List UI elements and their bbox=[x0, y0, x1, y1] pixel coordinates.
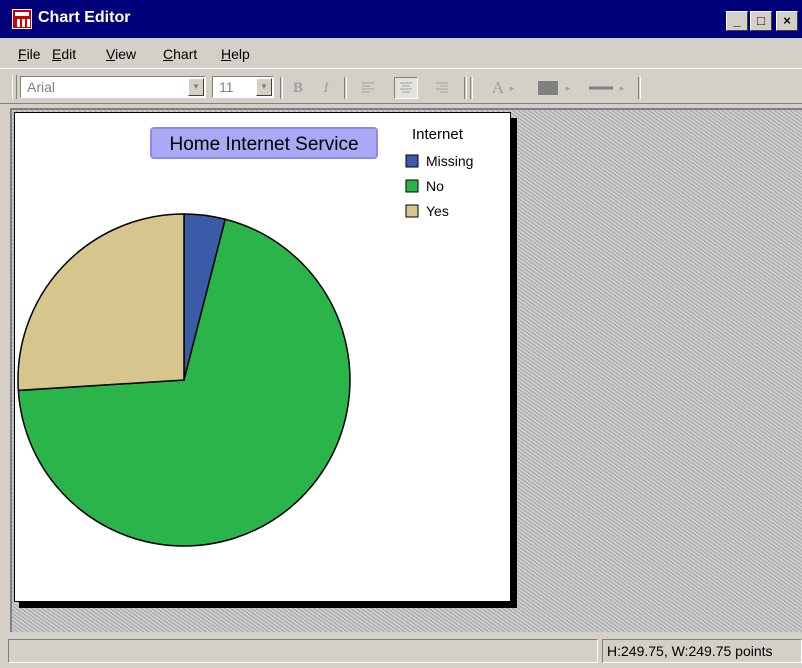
align-center-button[interactable] bbox=[394, 77, 418, 99]
menu-view[interactable]: View bbox=[106, 46, 136, 62]
legend-label-no[interactable]: No bbox=[426, 178, 444, 194]
align-center-icon bbox=[400, 82, 412, 93]
font-size-value: 11 bbox=[219, 79, 234, 95]
window-title: Chart Editor bbox=[38, 9, 131, 26]
menu-edit[interactable]: Edit bbox=[52, 46, 76, 62]
title-bar: Chart Editor _ □ × bbox=[0, 0, 802, 38]
legend-title[interactable]: Internet bbox=[412, 126, 464, 143]
legend-label-missing[interactable]: Missing bbox=[426, 153, 473, 169]
toolbar-separator bbox=[344, 77, 347, 99]
status-message bbox=[8, 639, 598, 663]
minimize-button[interactable]: _ bbox=[726, 11, 748, 31]
line-style-dropdown[interactable]: ▸ bbox=[616, 77, 628, 99]
toolbar-separator bbox=[280, 77, 283, 99]
fill-color-button[interactable] bbox=[536, 77, 560, 99]
fill-color-icon bbox=[538, 81, 558, 95]
text-color-dropdown[interactable]: ▸ bbox=[506, 77, 518, 99]
toolbar-grip[interactable] bbox=[12, 75, 17, 99]
menu-chart[interactable]: Chart bbox=[163, 46, 197, 62]
menu-file[interactable]: File bbox=[18, 46, 41, 62]
align-left-button[interactable] bbox=[356, 77, 380, 99]
pie-slice-yes[interactable] bbox=[17, 213, 185, 392]
legend-swatch-no[interactable] bbox=[405, 179, 419, 193]
font-family-value: Arial bbox=[27, 79, 56, 95]
align-right-button[interactable] bbox=[430, 77, 454, 99]
chart-panel[interactable]: Home Internet Service Internet Missing No… bbox=[14, 112, 511, 602]
app-icon[interactable] bbox=[12, 9, 32, 29]
toolbar-separator bbox=[470, 77, 473, 99]
chevron-down-icon[interactable]: ▼ bbox=[188, 78, 204, 96]
chart-title[interactable]: Home Internet Service bbox=[169, 134, 358, 155]
font-size-combo[interactable]: 11 ▼ bbox=[212, 76, 274, 98]
toolbar-separator bbox=[464, 77, 467, 99]
menu-bar: File Edit View Chart Help bbox=[0, 40, 802, 68]
legend-swatch-yes[interactable] bbox=[405, 204, 419, 218]
format-toolbar: Arial ▼ 11 ▼ B I A ▸ ▸ ▸ bbox=[0, 68, 802, 104]
menu-help[interactable]: Help bbox=[221, 46, 250, 62]
legend-swatch-missing[interactable] bbox=[405, 154, 419, 168]
italic-button[interactable]: I bbox=[314, 77, 338, 99]
line-style-button[interactable] bbox=[588, 77, 613, 99]
toolbar-separator bbox=[638, 77, 641, 99]
bold-button[interactable]: B bbox=[286, 77, 310, 99]
maximize-button[interactable]: □ bbox=[750, 11, 772, 31]
close-button[interactable]: × bbox=[776, 11, 798, 31]
align-right-icon bbox=[436, 82, 448, 93]
chevron-down-icon[interactable]: ▼ bbox=[256, 78, 272, 96]
pie-chart[interactable]: Home Internet Service Internet Missing No… bbox=[15, 113, 510, 601]
legend-label-yes[interactable]: Yes bbox=[426, 203, 449, 219]
fill-color-dropdown[interactable]: ▸ bbox=[562, 77, 574, 99]
font-family-combo[interactable]: Arial ▼ bbox=[20, 76, 206, 98]
status-dimensions: H:249.75, W:249.75 points bbox=[602, 639, 802, 663]
line-style-icon bbox=[589, 86, 613, 90]
status-bar: H:249.75, W:249.75 points bbox=[0, 636, 802, 668]
align-left-icon bbox=[362, 82, 374, 93]
